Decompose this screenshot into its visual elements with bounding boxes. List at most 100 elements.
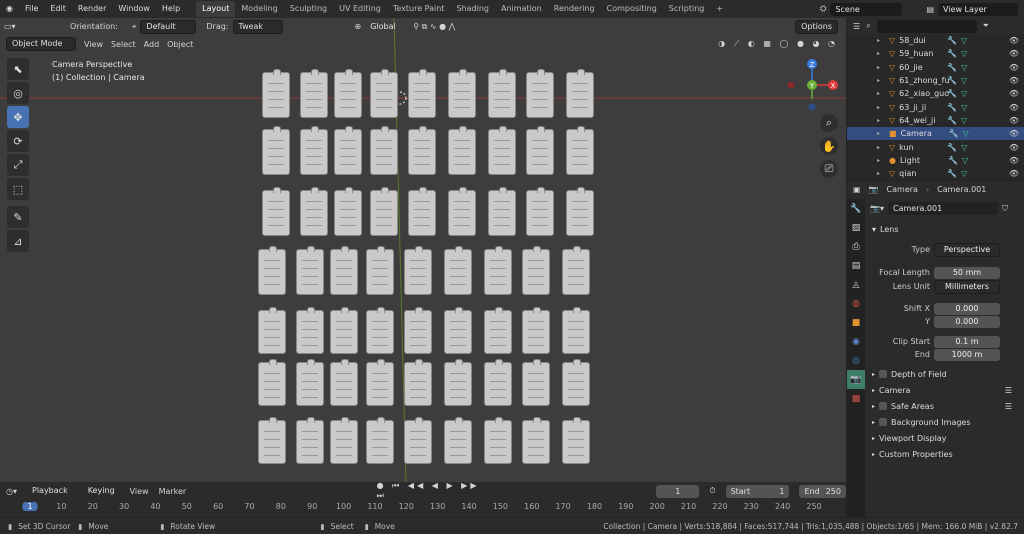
tablet-model[interactable] <box>366 246 394 295</box>
zoom-icon[interactable]: ⌕ <box>820 114 838 132</box>
fake-user-icon[interactable]: ⛉ <box>1002 204 1008 214</box>
timeline-editor-icon[interactable]: ◷▾ <box>6 487 17 496</box>
menu-add[interactable]: Add <box>144 40 160 49</box>
tool-tab-icon[interactable]: 🔧 <box>847 199 865 218</box>
scale-icon[interactable]: ⤢ <box>7 154 29 176</box>
render-tab-icon[interactable]: ▨ <box>847 218 865 237</box>
outliner-item-58-dui[interactable]: ▸ ▽ 58_dui 🔧 ▽ 👁 <box>847 34 1024 47</box>
pan-icon[interactable]: ✋ <box>820 137 838 155</box>
scene-tab-icon[interactable]: ◬ <box>847 275 865 294</box>
measure-icon[interactable]: ⊿ <box>7 230 29 252</box>
outliner-editor-icon[interactable]: ☰ <box>853 22 860 31</box>
move-icon[interactable]: ✥ <box>7 106 29 128</box>
expand-icon[interactable]: ▸ <box>877 37 880 44</box>
snap-icon[interactable]: ⚲ ⧉ ∿ ● ⋀ <box>413 22 455 32</box>
properties-editor-icon[interactable]: ▣ <box>853 185 861 194</box>
prop-value[interactable]: 0.000 <box>934 315 1000 328</box>
tablet-model[interactable] <box>258 307 286 354</box>
output-tab-icon[interactable]: ⎙ <box>847 237 865 256</box>
tablet-model[interactable] <box>522 417 550 464</box>
view-layer-tab-icon[interactable]: ▤ <box>847 256 865 275</box>
menu-edit[interactable]: Edit <box>44 0 72 18</box>
tablet-model[interactable] <box>484 417 512 464</box>
tablet-model[interactable] <box>370 126 398 175</box>
tablet-model[interactable] <box>262 187 290 236</box>
tablet-model[interactable] <box>262 126 290 175</box>
camera-data-icon[interactable]: 📷▾ <box>870 204 884 213</box>
eye-icon[interactable]: 👁 <box>1009 156 1019 165</box>
section-checkbox[interactable] <box>879 402 888 410</box>
tablet-model[interactable] <box>366 359 394 406</box>
outliner-item-63-ji-ji[interactable]: ▸ ▽ 63_ji_ji 🔧 ▽ 👁 <box>847 100 1024 113</box>
tablet-model[interactable] <box>334 69 362 118</box>
tablet-model[interactable] <box>444 359 472 406</box>
cursor-icon[interactable]: ◎ <box>7 82 29 104</box>
select-tool-icon[interactable]: ▭▾ <box>4 22 50 31</box>
menu-help[interactable]: Help <box>156 0 186 18</box>
object-tab-icon[interactable]: ■ <box>847 313 865 332</box>
funnel-icon[interactable]: ⏷ <box>983 21 989 31</box>
tablet-model[interactable] <box>488 126 516 175</box>
world-tab-icon[interactable]: ◍ <box>847 294 865 313</box>
eye-icon[interactable]: 👁 <box>1009 36 1019 45</box>
tablet-model[interactable] <box>408 187 436 236</box>
transform-pivot-icon[interactable]: ⌖ <box>132 22 137 32</box>
outliner-item-64-wei-ji[interactable]: ▸ ▽ 64_wei_ji 🔧 ▽ 👁 <box>847 114 1024 127</box>
tablet-model[interactable] <box>488 187 516 236</box>
viewport-shading-icons[interactable]: ◑ ⟋ ◐ ▦ ◯ ● ◕ ◔ <box>718 39 838 49</box>
prop-value[interactable]: 1000 m <box>934 348 1000 361</box>
tablet-model[interactable] <box>262 69 290 118</box>
menu-window[interactable]: Window <box>112 0 156 18</box>
tablet-model[interactable] <box>526 69 554 118</box>
prop-value[interactable]: Millimeters <box>934 279 1000 294</box>
tablet-model[interactable] <box>522 246 550 295</box>
outliner-item-camera[interactable]: ▸ ■ Camera 🔧 ▽ 👁 <box>847 127 1024 141</box>
section-checkbox[interactable] <box>879 418 888 426</box>
tablet-model[interactable] <box>330 246 358 295</box>
menu-file[interactable]: File <box>19 0 44 18</box>
tab-layout[interactable]: Layout <box>196 1 236 17</box>
section-safe-areas[interactable]: ▸ Safe Areas ☰ <box>866 399 1024 413</box>
tablet-model[interactable] <box>408 69 436 118</box>
expand-icon[interactable]: ▸ <box>877 50 880 57</box>
orientation-dropdown[interactable]: Default <box>140 19 197 34</box>
tablet-model[interactable] <box>522 307 550 354</box>
tablet-model[interactable] <box>562 417 590 464</box>
outliner-item-60-jie[interactable]: ▸ ▽ 60_jie 🔧 ▽ 👁 <box>847 61 1024 74</box>
prop-value[interactable]: 0.000 <box>934 302 1000 315</box>
tablet-model[interactable] <box>300 187 328 236</box>
tablet-model[interactable] <box>408 126 436 175</box>
expand-icon[interactable]: ▸ <box>877 90 880 97</box>
tablet-model[interactable] <box>522 359 550 406</box>
tablet-model[interactable] <box>488 69 516 118</box>
preset-list-icon[interactable]: ☰ <box>1005 402 1012 411</box>
current-frame[interactable]: 1 <box>656 484 700 498</box>
view-layer-icon[interactable]: ▤ <box>926 5 934 14</box>
preset-list-icon[interactable]: ☰ <box>1005 386 1012 395</box>
menu-object[interactable]: Object <box>167 40 193 49</box>
section-custom-properties[interactable]: ▸ Custom Properties <box>866 447 1024 461</box>
tablet-model[interactable] <box>296 417 324 464</box>
section-background-images[interactable]: ▸ Background Images <box>866 415 1024 429</box>
transform-icon[interactable]: ⬚ <box>7 178 29 200</box>
datablock-name[interactable]: Camera.001 <box>887 202 998 215</box>
add-workspace-icon[interactable]: + <box>710 1 729 17</box>
section-checkbox[interactable] <box>879 370 888 378</box>
tablet-model[interactable] <box>444 307 472 354</box>
menu-keying[interactable]: Keying <box>83 485 120 497</box>
outliner-item-kun[interactable]: ▸ ▽ kun 🔧 ▽ 👁 <box>847 140 1024 153</box>
tablet-model[interactable] <box>562 359 590 406</box>
expand-icon[interactable]: ▸ <box>877 117 880 124</box>
tab-scripting[interactable]: Scripting <box>663 1 711 17</box>
tab-animation[interactable]: Animation <box>495 1 548 17</box>
eye-icon[interactable]: 👁 <box>1009 103 1019 112</box>
texture-tab-icon[interactable]: ▩ <box>847 389 865 408</box>
camera-data-tab-icon[interactable]: 📷 <box>847 370 865 389</box>
outliner-item-59-huan[interactable]: ▸ ▽ 59_huan 🔧 ▽ 👁 <box>847 47 1024 60</box>
tablet-model[interactable] <box>258 246 286 295</box>
tablet-model[interactable] <box>526 187 554 236</box>
outliner-item-61-zhong-fu[interactable]: ▸ ▽ 61_zhong_fu 🔧 ▽ 👁 <box>847 74 1024 87</box>
tablet-model[interactable] <box>300 126 328 175</box>
global-icon[interactable]: ⊕ <box>355 22 362 31</box>
tablet-model[interactable] <box>404 359 432 406</box>
